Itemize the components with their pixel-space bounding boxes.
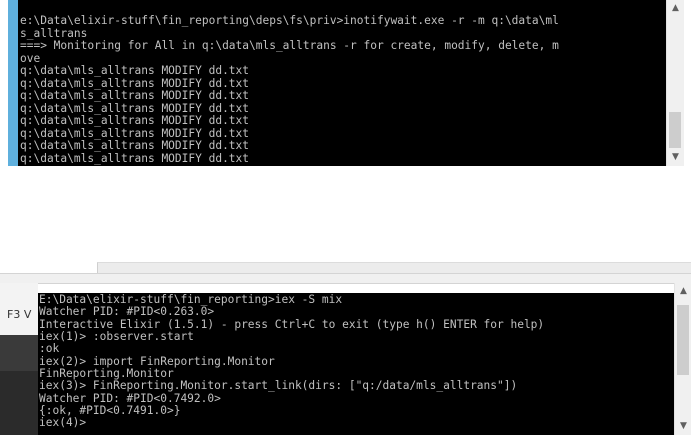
left-pane-label[interactable]: F3 V <box>7 308 31 321</box>
console-line: q:\data\mls_alltrans MODIFY dd.txt <box>20 64 250 77</box>
top-console-output[interactable]: e:\Data\elixir-stuff\fin_reporting\deps\… <box>18 0 666 166</box>
bottom-right-strip: ▲ ▼ <box>674 283 691 435</box>
console-line: e:\Data\elixir-stuff\fin_reporting\deps\… <box>20 14 559 27</box>
chevron-up-icon[interactable]: ▲ <box>675 283 691 300</box>
chevron-up-icon[interactable]: ▲ <box>667 0 684 17</box>
chevron-down-icon[interactable]: ▼ <box>675 418 691 435</box>
chevron-down-icon[interactable]: ▼ <box>667 149 684 166</box>
console-line: {:ok, #PID<0.7491.0>} <box>39 404 181 418</box>
console-line: ===> Monitoring for All in q:\data\mls_a… <box>20 39 559 52</box>
scrollbar-thumb[interactable] <box>677 305 689 375</box>
console-line: q:\data\mls_alltrans MODIFY dd.txt <box>20 114 250 127</box>
console-accent-bar <box>8 0 18 166</box>
top-console-window: e:\Data\elixir-stuff\fin_reporting\deps\… <box>8 0 684 166</box>
console-line: Watcher PID: #PID<0.263.0> <box>39 305 215 319</box>
console-line: q:\data\mls_alltrans MODIFY dd.txt <box>20 151 250 165</box>
left-pane-divider <box>0 335 38 371</box>
bottom-console-output[interactable]: E:\Data\elixir-stuff\fin_reporting>iex -… <box>38 293 674 435</box>
pane-splitter[interactable] <box>0 273 691 284</box>
console-line: q:\data\mls_alltrans MODIFY dd.txt <box>20 89 250 102</box>
left-pane-header: F3 V <box>0 283 38 335</box>
top-console-vertical-scrollbar[interactable]: ▲ ▼ <box>666 0 684 166</box>
console-line: q:\data\mls_alltrans MODIFY dd.txt <box>20 139 250 152</box>
scrollbar-thumb[interactable] <box>669 112 681 148</box>
middle-panel <box>0 166 691 274</box>
left-side-pane: F3 V <box>0 283 38 435</box>
console-line: :ok <box>39 342 60 356</box>
bottom-console-lines: E:\Data\elixir-stuff\fin_reporting>iex -… <box>39 293 544 430</box>
console-line: iex(3)> FinReporting.Monitor.start_link(… <box>39 379 518 393</box>
bottom-console-vertical-scrollbar[interactable]: ▲ ▼ <box>674 283 691 435</box>
console-line: iex(1)> :observer.start <box>39 330 194 344</box>
top-console-lines: e:\Data\elixir-stuff\fin_reporting\deps\… <box>20 14 559 165</box>
console-line: iex(4)> <box>39 416 87 430</box>
